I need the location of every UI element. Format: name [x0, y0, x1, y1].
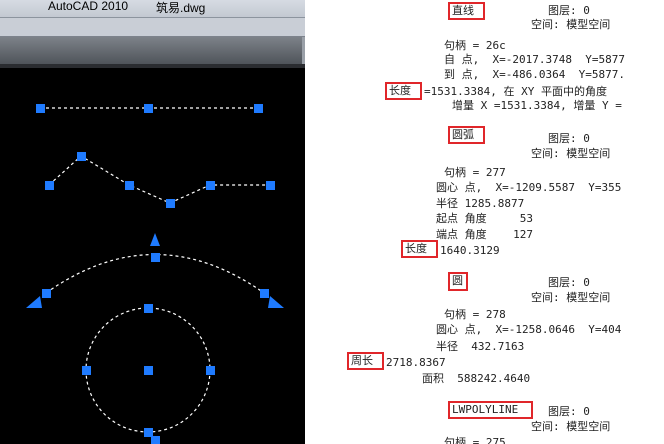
- app-title: AutoCAD 2010: [48, 0, 129, 13]
- circle-tag-box: 圆: [448, 272, 468, 291]
- arc-end-angle: 端点 角度 127: [436, 228, 533, 241]
- grip[interactable]: [151, 253, 160, 262]
- grip[interactable]: [144, 428, 153, 437]
- arc-space: 空间: 模型空间: [531, 147, 611, 160]
- line-from-point: 自 点, X=-2017.3748 Y=5877: [444, 53, 625, 66]
- arc-handle: 句柄 = 277: [444, 166, 506, 179]
- arc-length-box: 长度: [401, 240, 438, 258]
- circle-center: 圆心 点, X=-1258.0646 Y=404: [436, 323, 622, 336]
- line-length-box: 长度: [385, 82, 422, 100]
- line-length-label: 长度: [389, 84, 411, 97]
- circle-space: 空间: 模型空间: [531, 291, 611, 304]
- circle-perimeter-label: 周长: [351, 354, 373, 367]
- arc-length-label: 长度: [405, 242, 427, 255]
- line-layer: 图层: 0: [548, 4, 590, 17]
- polyline-tag-box: LWPOLYLINE: [448, 401, 533, 419]
- circle-perimeter-box: 周长: [347, 352, 384, 370]
- circle-handle: 句柄 = 278: [444, 308, 506, 321]
- text-window: 直线 图层: 0 空间: 模型空间 句柄 = 26c 自 点, X=-2017.…: [311, 0, 664, 444]
- grip[interactable]: [36, 104, 45, 113]
- grip[interactable]: [144, 104, 153, 113]
- grip[interactable]: [206, 366, 215, 375]
- polyline-tag: LWPOLYLINE: [452, 403, 519, 416]
- grip[interactable]: [125, 181, 134, 190]
- arc-layer: 图层: 0: [548, 132, 590, 145]
- polyline-entity[interactable]: [48, 155, 270, 204]
- line-space: 空间: 模型空间: [531, 18, 611, 31]
- grip[interactable]: [45, 181, 54, 190]
- line-tag: 直线: [452, 4, 474, 17]
- grip[interactable]: [144, 366, 153, 375]
- arc-center: 圆心 点, X=-1209.5587 Y=355: [436, 181, 622, 194]
- grip[interactable]: [144, 304, 153, 313]
- line-handle: 句柄 = 26c: [444, 39, 506, 52]
- polyline-layer: 图层: 0: [548, 405, 590, 418]
- grip[interactable]: [260, 289, 269, 298]
- menu-strip: [0, 18, 305, 37]
- line-to-point: 到 点, X=-486.0364 Y=5877.: [444, 68, 625, 81]
- grip[interactable]: [266, 181, 275, 190]
- polyline-handle: 句柄 = 275: [444, 436, 506, 444]
- circle-tag: 圆: [452, 274, 463, 287]
- circle-layer: 图层: 0: [548, 276, 590, 289]
- circle-perimeter-value: 2718.8367: [386, 356, 446, 369]
- arc-length-value: 1640.3129: [440, 244, 500, 257]
- arc-end-grip[interactable]: [268, 296, 284, 308]
- ribbon-strip: [0, 37, 305, 64]
- line-delta: 增量 X =1531.3384, 增量 Y =: [452, 99, 622, 112]
- line-tag-box: 直线: [448, 2, 485, 20]
- arc-tag-box: 圆弧: [448, 126, 485, 144]
- arc-end-grip[interactable]: [26, 296, 42, 308]
- grip[interactable]: [77, 152, 86, 161]
- circle-radius: 半径 432.7163: [436, 340, 525, 353]
- polyline-space: 空间: 模型空间: [531, 420, 611, 433]
- title-bar: AutoCAD 2010 筑易.dwg: [0, 0, 305, 18]
- arc-direction-grip[interactable]: [150, 233, 160, 246]
- arc-radius: 半径 1285.8877: [436, 197, 525, 210]
- grip[interactable]: [82, 366, 91, 375]
- grip[interactable]: [206, 181, 215, 190]
- file-name: 筑易.dwg: [156, 1, 206, 15]
- arc-tag: 圆弧: [452, 128, 474, 141]
- circle-area: 面积 588242.4640: [422, 372, 531, 385]
- grip[interactable]: [42, 289, 51, 298]
- grip[interactable]: [151, 436, 160, 444]
- drawing-panel: AutoCAD 2010 筑易.dwg: [0, 0, 305, 444]
- line-length-value: =1531.3384, 在 XY 平面中的角度: [424, 85, 607, 98]
- grip[interactable]: [254, 104, 263, 113]
- drawing-canvas[interactable]: [0, 68, 305, 444]
- arc-start-angle: 起点 角度 53: [436, 212, 533, 225]
- grip[interactable]: [166, 199, 175, 208]
